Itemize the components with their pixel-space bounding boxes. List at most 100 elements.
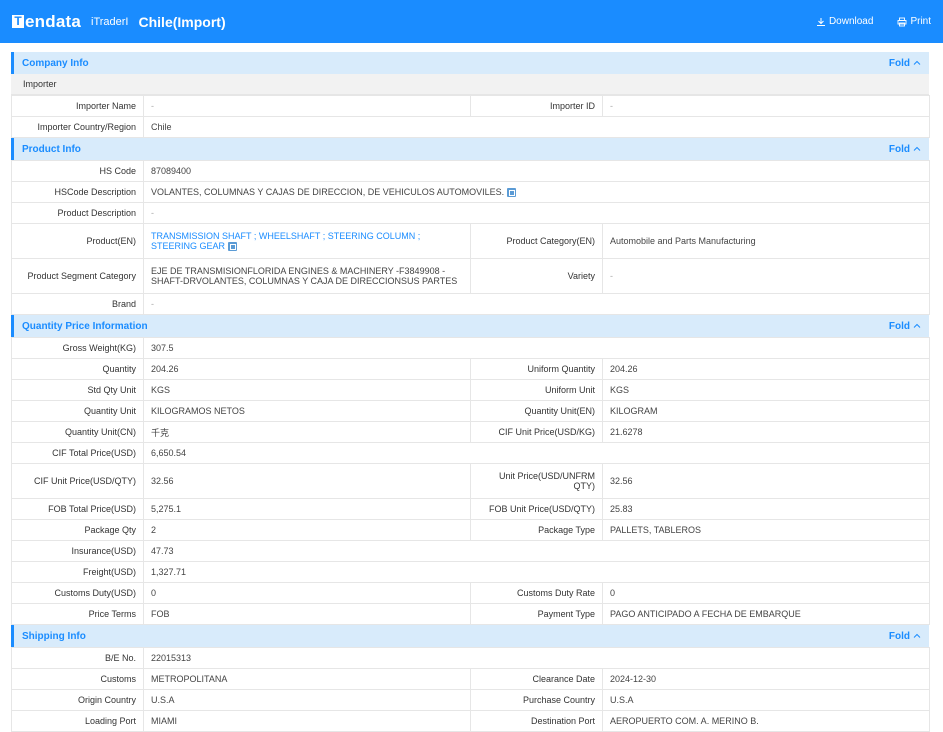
logo-mark: T: [12, 15, 24, 28]
table-row: Customs Duty(USD) 0 Customs Duty Rate 0: [11, 582, 931, 604]
field-label: Origin Country: [11, 689, 144, 711]
field-label: Unit Price(USD/UNFRM QTY): [470, 463, 603, 499]
section-title: Product Info: [22, 143, 81, 155]
field-label: FOB Total Price(USD): [11, 498, 144, 520]
section-product-info: Product Info Fold: [11, 138, 929, 160]
field-label: Product Category(EN): [470, 223, 603, 259]
section-quantity-price: Quantity Price Information Fold: [11, 315, 929, 337]
field-value: -: [601, 258, 931, 294]
table-row: HS Code 87089400: [11, 160, 931, 182]
table-row: Loading Port MIAMI Destination Port AERO…: [11, 710, 931, 732]
tendata-logo[interactable]: T endata: [12, 12, 81, 32]
section-title: Quantity Price Information: [22, 320, 148, 332]
product-table: HS Code 87089400 HSCode Description VOLA…: [11, 160, 931, 315]
field-label: Destination Port: [470, 710, 603, 732]
field-value: U.S.A: [601, 689, 931, 711]
table-row: Product Description -: [11, 202, 931, 224]
field-value: KGS: [143, 379, 471, 401]
field-value: 47.73: [142, 540, 931, 562]
table-row: Std Qty Unit KGS Uniform Unit KGS: [11, 379, 931, 401]
field-value-cell: VOLANTES, COLUMNAS Y CAJAS DE DIRECCION,…: [142, 181, 931, 203]
fold-label: Fold: [888, 320, 910, 332]
fold-button-quantity[interactable]: Fold: [889, 321, 921, 332]
company-table: Importer Name - Importer ID - Importer C…: [11, 95, 930, 138]
field-label: Importer ID: [470, 95, 603, 117]
table-row: Freight(USD) 1,327.71: [11, 561, 931, 583]
table-row: Quantity Unit(CN) 千克 CIF Unit Price(USD/…: [11, 421, 931, 443]
field-label: Clearance Date: [470, 668, 603, 690]
field-label: B/E No.: [11, 647, 144, 669]
field-value: Automobile and Parts Manufacturing: [601, 223, 931, 259]
download-label: Download: [828, 16, 874, 27]
fold-button-shipping[interactable]: Fold: [889, 631, 921, 642]
translate-icon[interactable]: [507, 188, 517, 198]
table-row: Quantity 204.26 Uniform Quantity 204.26: [11, 358, 931, 380]
table-row: HSCode Description VOLANTES, COLUMNAS Y …: [11, 181, 931, 203]
print-button[interactable]: Print: [897, 16, 931, 27]
field-label: Quantity: [11, 358, 144, 380]
table-row: B/E No. 22015313: [11, 647, 931, 669]
field-value: 0: [601, 582, 931, 604]
field-label: Loading Port: [11, 710, 144, 732]
field-value: KILOGRAM: [601, 400, 931, 422]
table-row: Insurance(USD) 47.73: [11, 540, 931, 562]
download-icon: [816, 17, 825, 26]
field-label: Product Segment Category: [11, 258, 144, 294]
table-row: Package Qty 2 Package Type PALLETS, TABL…: [11, 519, 931, 541]
field-value: PAGO ANTICIPADO A FECHA DE EMBARQUE: [601, 603, 931, 625]
field-value: Chile: [143, 116, 930, 138]
field-label: Customs Duty(USD): [11, 582, 144, 604]
section-company-info: Company Info Fold: [11, 52, 929, 74]
field-label: CIF Unit Price(USD/KG): [470, 421, 603, 443]
detail-content: Company Info Fold Importer Importer Name…: [11, 52, 931, 732]
field-label: Payment Type: [470, 603, 603, 625]
field-label: Variety: [470, 258, 603, 294]
field-label: Insurance(USD): [11, 540, 144, 562]
product-en-link[interactable]: TRANSMISSION SHAFT ; WHEELSHAFT ; STEERI…: [151, 231, 420, 251]
field-label: Package Qty: [11, 519, 144, 541]
table-row: Importer Name - Importer ID -: [11, 95, 930, 117]
field-value: FOB: [143, 603, 471, 625]
field-label: HS Code: [11, 160, 144, 182]
field-value: 2: [143, 519, 471, 541]
field-value: KILOGRAMOS NETOS: [143, 400, 471, 422]
field-label: Quantity Unit: [11, 400, 144, 422]
field-label: Uniform Unit: [470, 379, 603, 401]
table-row: Gross Weight(KG) 307.5: [11, 337, 931, 359]
chevron-up-icon: [913, 633, 921, 638]
field-value: -: [142, 202, 931, 224]
download-button[interactable]: Download: [816, 16, 873, 27]
translate-icon[interactable]: [228, 242, 238, 252]
field-value: 6,650.54: [142, 442, 931, 464]
field-value: 1,327.71: [142, 561, 931, 583]
table-row: FOB Total Price(USD) 5,275.1 FOB Unit Pr…: [11, 498, 931, 520]
field-label: Quantity Unit(EN): [470, 400, 603, 422]
field-label: Customs: [11, 668, 144, 690]
fold-button-product[interactable]: Fold: [889, 144, 921, 155]
section-shipping-info: Shipping Info Fold: [11, 625, 929, 647]
field-value: 21.6278: [601, 421, 931, 443]
importer-subhead: Importer: [11, 74, 929, 95]
table-row: CIF Unit Price(USD/QTY) 32.56 Unit Price…: [11, 463, 931, 499]
table-row: Importer Country/Region Chile: [11, 116, 930, 138]
field-value: VOLANTES, COLUMNAS Y CAJAS DE DIRECCION,…: [151, 186, 505, 197]
print-icon: [897, 17, 907, 26]
field-value: PALLETS, TABLEROS: [601, 519, 931, 541]
field-label: Brand: [11, 293, 144, 315]
field-value: METROPOLITANA: [143, 668, 471, 690]
field-value: EJE DE TRANSMISIONFLORIDA ENGINES & MACH…: [143, 258, 471, 294]
field-value: AEROPUERTO COM. A. MERINO B.: [601, 710, 931, 732]
field-label: Product Description: [11, 202, 144, 224]
field-value: -: [602, 95, 930, 117]
fold-button-company[interactable]: Fold: [889, 58, 921, 69]
field-value: 87089400: [142, 160, 931, 182]
field-label: Gross Weight(KG): [11, 337, 144, 359]
field-label: Quantity Unit(CN): [11, 421, 144, 443]
field-label: Importer Name: [11, 95, 144, 117]
field-label: Std Qty Unit: [11, 379, 144, 401]
field-value: 千克: [143, 421, 471, 443]
section-title: Shipping Info: [22, 630, 86, 642]
field-value: 307.5: [142, 337, 931, 359]
field-value: -: [142, 293, 931, 315]
field-label: CIF Total Price(USD): [11, 442, 144, 464]
